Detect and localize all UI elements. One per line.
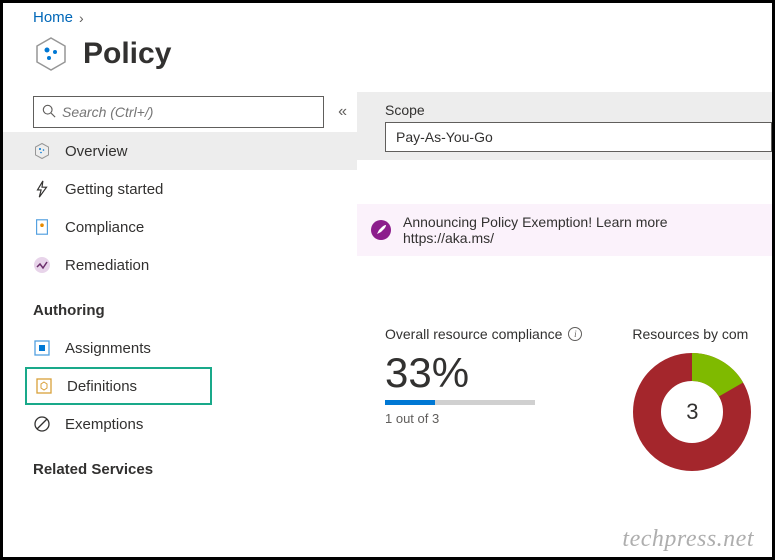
assignments-icon xyxy=(33,339,51,357)
sidebar-item-exemptions[interactable]: Exemptions xyxy=(3,405,357,443)
search-input[interactable] xyxy=(62,104,315,120)
scope-bar: Scope Pay-As-You-Go xyxy=(357,92,772,160)
breadcrumb: Home › xyxy=(33,9,772,26)
overall-compliance-card: Overall resource compliance i 33% 1 out … xyxy=(385,326,582,472)
sidebar-item-label: Exemptions xyxy=(65,416,143,433)
sidebar: « Overview Getting started Compliance xyxy=(33,96,357,488)
sidebar-item-overview[interactable]: Overview xyxy=(3,132,357,170)
main-content: Scope Pay-As-You-Go Announcing Policy Ex… xyxy=(357,92,772,488)
sidebar-item-label: Remediation xyxy=(65,257,149,274)
page-title: Policy xyxy=(83,37,171,71)
sidebar-item-getting-started[interactable]: Getting started xyxy=(3,170,357,208)
scope-label: Scope xyxy=(385,102,772,118)
resources-by-state-card: Resources by com 3 xyxy=(632,326,752,472)
sidebar-item-label: Assignments xyxy=(65,340,151,357)
remediation-icon xyxy=(33,256,51,274)
sidebar-item-remediation[interactable]: Remediation xyxy=(3,246,357,284)
chevron-right-icon: › xyxy=(79,10,84,26)
compliance-percent: 33% xyxy=(385,352,582,394)
progress-fill xyxy=(385,400,435,405)
policy-icon xyxy=(33,36,69,72)
scope-selector[interactable]: Pay-As-You-Go xyxy=(385,122,772,152)
search-box[interactable] xyxy=(33,96,324,128)
sidebar-item-definitions[interactable]: Definitions xyxy=(33,369,210,403)
sidebar-item-label: Getting started xyxy=(65,181,163,198)
announcement-text: Announcing Policy Exemption! Learn more … xyxy=(403,214,758,246)
donut-center-value: 3 xyxy=(668,388,716,436)
breadcrumb-home-link[interactable]: Home xyxy=(33,9,73,26)
lightning-icon xyxy=(33,180,51,198)
sidebar-item-label: Compliance xyxy=(65,219,144,236)
search-icon xyxy=(42,104,56,121)
watermark: techpress.net xyxy=(622,526,754,553)
progress-bar xyxy=(385,400,535,405)
info-icon[interactable]: i xyxy=(568,327,582,341)
rocket-icon xyxy=(371,220,391,240)
exemptions-icon xyxy=(33,415,51,433)
scope-value: Pay-As-You-Go xyxy=(396,129,493,145)
section-header-authoring: Authoring xyxy=(33,302,357,319)
donut-chart: 3 xyxy=(632,352,752,472)
card-title-text: Overall resource compliance xyxy=(385,326,562,342)
collapse-sidebar-button[interactable]: « xyxy=(334,99,351,125)
sidebar-item-label: Definitions xyxy=(67,378,137,395)
announcement-bar[interactable]: Announcing Policy Exemption! Learn more … xyxy=(357,204,772,256)
sidebar-item-label: Overview xyxy=(65,143,128,160)
progress-text: 1 out of 3 xyxy=(385,411,582,426)
compliance-icon xyxy=(33,218,51,236)
sidebar-item-compliance[interactable]: Compliance xyxy=(3,208,357,246)
sidebar-item-assignments[interactable]: Assignments xyxy=(3,329,357,367)
section-header-related: Related Services xyxy=(33,461,357,478)
page-header: Policy xyxy=(33,36,772,72)
overview-icon xyxy=(33,142,51,160)
definitions-highlight: Definitions xyxy=(25,367,212,405)
definitions-icon xyxy=(35,377,53,395)
card-title-text: Resources by com xyxy=(632,326,748,342)
